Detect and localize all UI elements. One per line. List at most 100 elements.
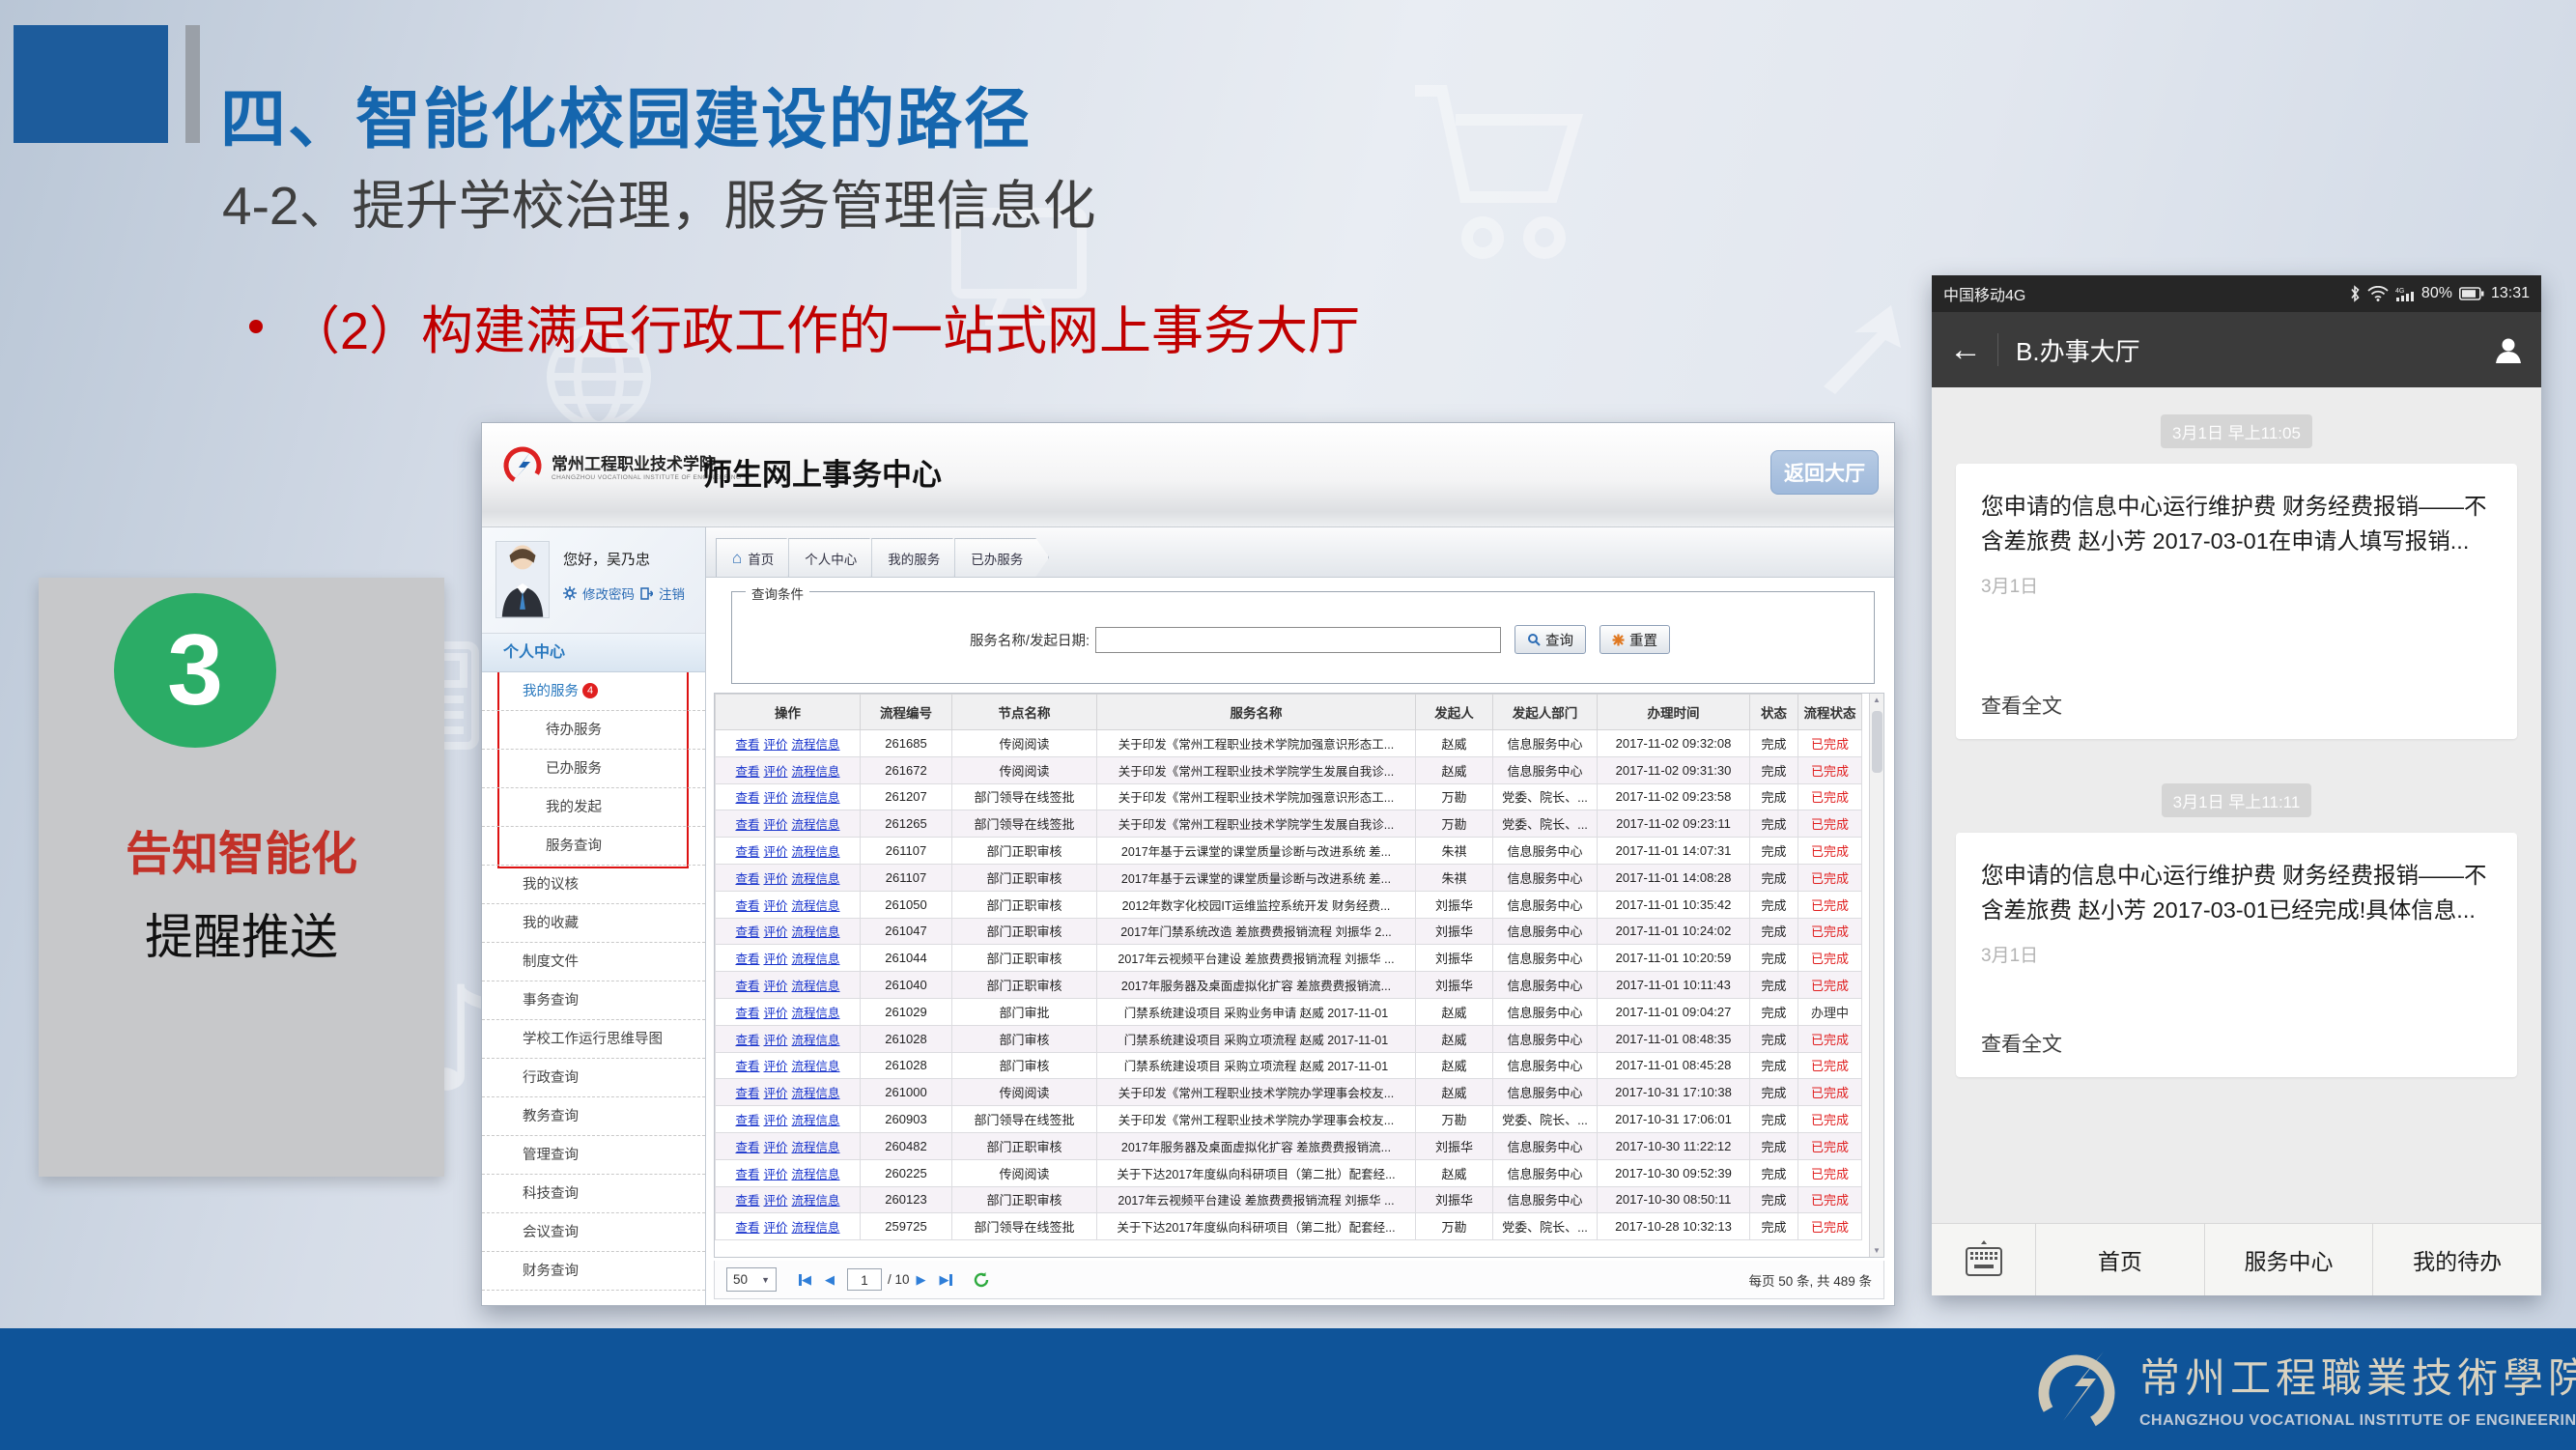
action-link-查看[interactable]: 查看: [735, 872, 759, 886]
action-link-查看[interactable]: 查看: [735, 1007, 759, 1020]
sidebar-item-待办服务[interactable]: 待办服务: [482, 711, 705, 750]
action-link-查看[interactable]: 查看: [735, 1141, 759, 1154]
scrollbar-thumb[interactable]: [1872, 711, 1882, 773]
action-link-查看[interactable]: 查看: [735, 1221, 759, 1235]
action-link-流程信息[interactable]: 流程信息: [792, 765, 840, 779]
message-card[interactable]: 您申请的信息中心运行维护费 财务经费报销——不含差旅费 赵小芳 2017-03-…: [1956, 833, 2517, 1077]
action-link-评价[interactable]: 评价: [763, 1007, 787, 1020]
action-link-查看[interactable]: 查看: [735, 899, 759, 913]
action-link-流程信息[interactable]: 流程信息: [792, 1060, 840, 1073]
action-link-评价[interactable]: 评价: [763, 1141, 787, 1154]
logout-link[interactable]: 注销: [659, 583, 685, 603]
breadcrumb-item-已办服务[interactable]: 已办服务: [954, 538, 1049, 577]
action-link-流程信息[interactable]: 流程信息: [792, 980, 840, 993]
query-input[interactable]: [1095, 627, 1501, 653]
action-link-查看[interactable]: 查看: [735, 791, 759, 805]
back-arrow-icon[interactable]: ←: [1949, 333, 1982, 366]
sidebar-item-我的议核[interactable]: 我的议核: [482, 866, 705, 904]
action-link-查看[interactable]: 查看: [735, 952, 759, 966]
next-page-button[interactable]: ▶: [917, 1272, 926, 1288]
change-password-link[interactable]: 修改密码: [582, 583, 635, 603]
reset-button[interactable]: 重置: [1599, 625, 1670, 654]
sidebar-item-已办服务[interactable]: 已办服务: [482, 750, 705, 788]
page-number-input[interactable]: 1: [847, 1268, 882, 1291]
sidebar-item-我的发起[interactable]: 我的发起: [482, 788, 705, 827]
sidebar-item-会议查询[interactable]: 会议查询: [482, 1213, 705, 1252]
action-link-查看[interactable]: 查看: [735, 1194, 759, 1208]
action-link-查看[interactable]: 查看: [735, 1034, 759, 1047]
sidebar-item-学校工作运行思维导图[interactable]: 学校工作运行思维导图: [482, 1020, 705, 1059]
sidebar-item-制度文件[interactable]: 制度文件: [482, 943, 705, 981]
action-link-流程信息[interactable]: 流程信息: [792, 818, 840, 832]
action-link-查看[interactable]: 查看: [735, 738, 759, 752]
action-link-评价[interactable]: 评价: [763, 1060, 787, 1073]
sidebar-item-行政查询[interactable]: 行政查询: [482, 1059, 705, 1097]
breadcrumb-item-个人中心[interactable]: 个人中心: [788, 538, 883, 577]
action-link-查看[interactable]: 查看: [735, 765, 759, 779]
breadcrumb-item-我的服务[interactable]: 我的服务: [871, 538, 966, 577]
action-link-流程信息[interactable]: 流程信息: [792, 1141, 840, 1154]
search-button[interactable]: 查询: [1514, 625, 1586, 654]
prev-page-button[interactable]: ◀: [825, 1272, 835, 1288]
action-link-评价[interactable]: 评价: [763, 872, 787, 886]
sidebar-item-财务查询[interactable]: 财务查询: [482, 1252, 705, 1291]
view-full-text-link[interactable]: 查看全文: [1981, 691, 2492, 720]
action-link-评价[interactable]: 评价: [763, 738, 787, 752]
sidebar-item-管理查询[interactable]: 管理查询: [482, 1136, 705, 1175]
action-link-流程信息[interactable]: 流程信息: [792, 872, 840, 886]
page-size-select[interactable]: 50▼: [726, 1267, 777, 1292]
sidebar-section-personal-center[interactable]: 个人中心: [482, 634, 705, 672]
action-link-流程信息[interactable]: 流程信息: [792, 1168, 840, 1181]
breadcrumb-item-首页[interactable]: ⌂首页: [716, 538, 800, 577]
action-link-评价[interactable]: 评价: [763, 980, 787, 993]
phone-tab-我的待办[interactable]: 我的待办: [2373, 1224, 2541, 1295]
action-link-评价[interactable]: 评价: [763, 899, 787, 913]
sidebar-item-教务查询[interactable]: 教务查询: [482, 1097, 705, 1136]
action-link-流程信息[interactable]: 流程信息: [792, 952, 840, 966]
sidebar-item-科技查询[interactable]: 科技查询: [482, 1175, 705, 1213]
action-link-评价[interactable]: 评价: [763, 791, 787, 805]
phone-tab-服务中心[interactable]: 服务中心: [2205, 1224, 2374, 1295]
action-link-评价[interactable]: 评价: [763, 1034, 787, 1047]
action-link-评价[interactable]: 评价: [763, 1194, 787, 1208]
first-page-button[interactable]: ◀: [799, 1272, 811, 1288]
sidebar-item-服务查询[interactable]: 服务查询: [482, 827, 705, 866]
action-link-评价[interactable]: 评价: [763, 818, 787, 832]
action-link-查看[interactable]: 查看: [735, 818, 759, 832]
action-link-流程信息[interactable]: 流程信息: [792, 738, 840, 752]
action-link-查看[interactable]: 查看: [735, 1168, 759, 1181]
message-card[interactable]: 您申请的信息中心运行维护费 财务经费报销——不含差旅费 赵小芳 2017-03-…: [1956, 464, 2517, 739]
action-link-评价[interactable]: 评价: [763, 1087, 787, 1100]
action-link-评价[interactable]: 评价: [763, 845, 787, 859]
action-link-评价[interactable]: 评价: [763, 1114, 787, 1127]
action-link-流程信息[interactable]: 流程信息: [792, 1087, 840, 1100]
action-link-流程信息[interactable]: 流程信息: [792, 1221, 840, 1235]
action-link-流程信息[interactable]: 流程信息: [792, 845, 840, 859]
action-link-查看[interactable]: 查看: [735, 845, 759, 859]
action-link-流程信息[interactable]: 流程信息: [792, 791, 840, 805]
action-link-评价[interactable]: 评价: [763, 765, 787, 779]
action-link-查看[interactable]: 查看: [735, 1087, 759, 1100]
sidebar-item-我的服务[interactable]: 我的服务4: [482, 672, 705, 711]
action-link-查看[interactable]: 查看: [735, 1060, 759, 1073]
action-link-流程信息[interactable]: 流程信息: [792, 1007, 840, 1020]
action-link-查看[interactable]: 查看: [735, 1114, 759, 1127]
action-link-流程信息[interactable]: 流程信息: [792, 925, 840, 939]
action-link-流程信息[interactable]: 流程信息: [792, 1034, 840, 1047]
action-link-评价[interactable]: 评价: [763, 1168, 787, 1181]
sidebar-item-我的收藏[interactable]: 我的收藏: [482, 904, 705, 943]
profile-icon[interactable]: [2493, 334, 2524, 365]
table-scrollbar[interactable]: ▲ ▼: [1869, 694, 1883, 1257]
view-full-text-link[interactable]: 查看全文: [1981, 1029, 2492, 1058]
sidebar-item-事务查询[interactable]: 事务查询: [482, 981, 705, 1020]
action-link-评价[interactable]: 评价: [763, 952, 787, 966]
action-link-流程信息[interactable]: 流程信息: [792, 1194, 840, 1208]
keyboard-toggle[interactable]: [1932, 1224, 2036, 1295]
action-link-评价[interactable]: 评价: [763, 1221, 787, 1235]
last-page-button[interactable]: ▶: [940, 1272, 952, 1288]
action-link-评价[interactable]: 评价: [763, 925, 787, 939]
return-hall-button[interactable]: 返回大厅: [1770, 450, 1879, 495]
action-link-查看[interactable]: 查看: [735, 925, 759, 939]
refresh-icon[interactable]: [973, 1271, 990, 1289]
action-link-查看[interactable]: 查看: [735, 980, 759, 993]
